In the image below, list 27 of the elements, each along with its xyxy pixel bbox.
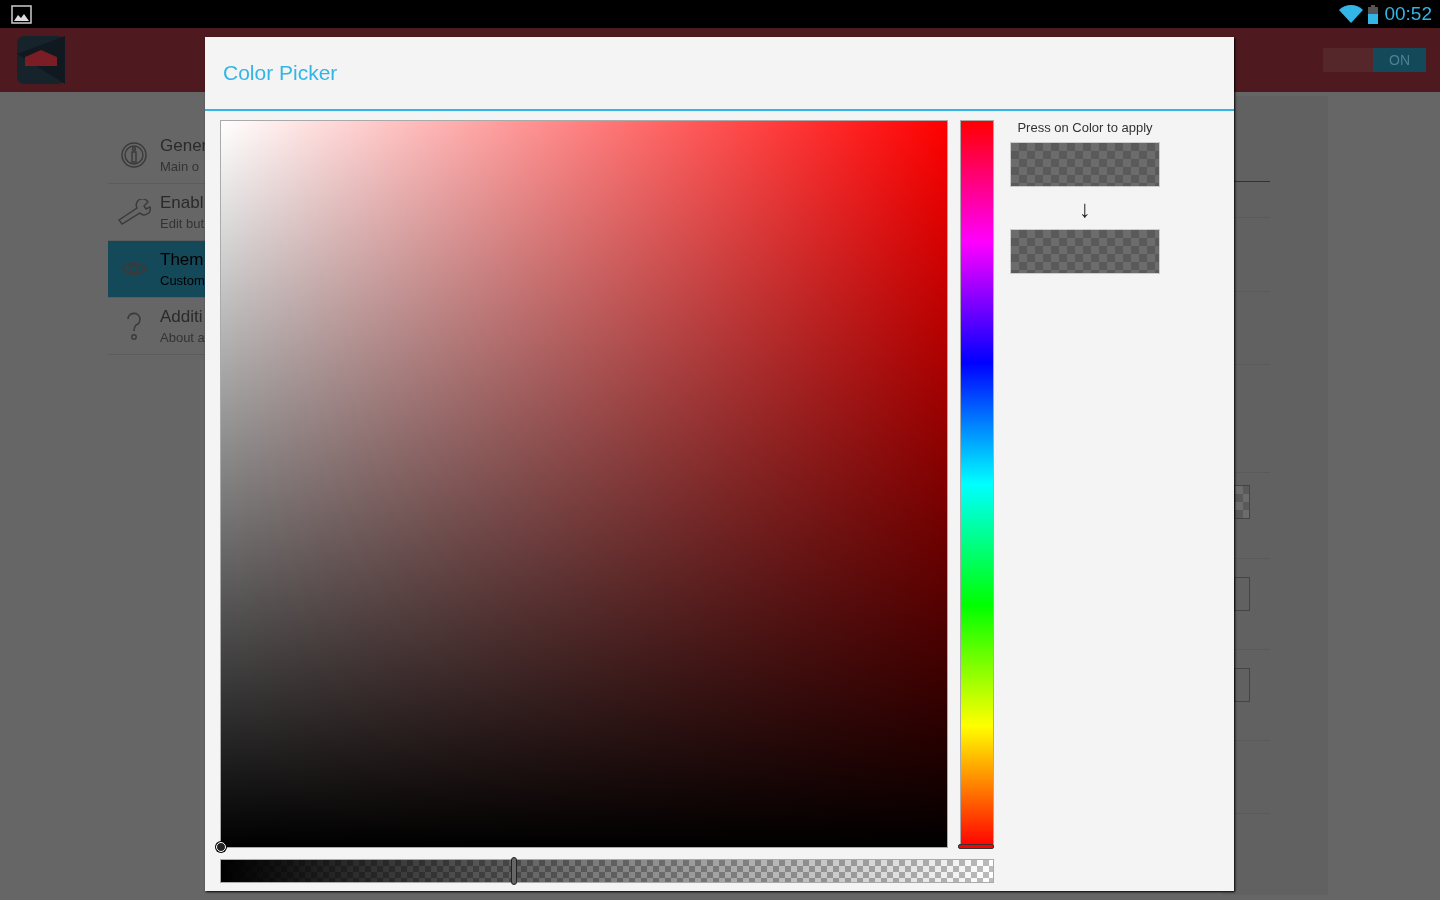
toggle-switch[interactable]: ON: [1323, 48, 1426, 72]
item-title: Gener: [160, 136, 208, 156]
clock-time: 00:52: [1384, 3, 1432, 25]
help-icon: [125, 311, 143, 341]
image-icon: [11, 4, 32, 24]
item-title: Them: [160, 250, 205, 270]
sv-marker[interactable]: [216, 842, 226, 852]
hint-text: Press on Color to apply: [1017, 120, 1153, 135]
alpha-thumb[interactable]: [511, 857, 518, 885]
outlined-box[interactable]: [1234, 668, 1250, 702]
old-color-swatch[interactable]: [1010, 142, 1160, 187]
info-icon: [120, 141, 148, 169]
item-title: Enabl: [160, 193, 205, 213]
item-subtitle: Custom: [160, 273, 205, 288]
color-swatch[interactable]: [1234, 485, 1250, 519]
outlined-box[interactable]: [1234, 577, 1250, 611]
new-color-swatch[interactable]: [1010, 229, 1160, 274]
hue-bar[interactable]: [960, 120, 994, 848]
alpha-bar[interactable]: [220, 859, 994, 883]
dialog-title: Color Picker: [223, 61, 338, 85]
hue-thumb[interactable]: [958, 844, 994, 849]
battery-icon: [1368, 4, 1379, 24]
eye-icon: [120, 260, 148, 278]
wrench-icon: [117, 199, 151, 225]
arrow-glyph: ↓: [1079, 197, 1091, 221]
wifi-icon: [1339, 5, 1364, 23]
item-title: Additi: [160, 307, 204, 327]
